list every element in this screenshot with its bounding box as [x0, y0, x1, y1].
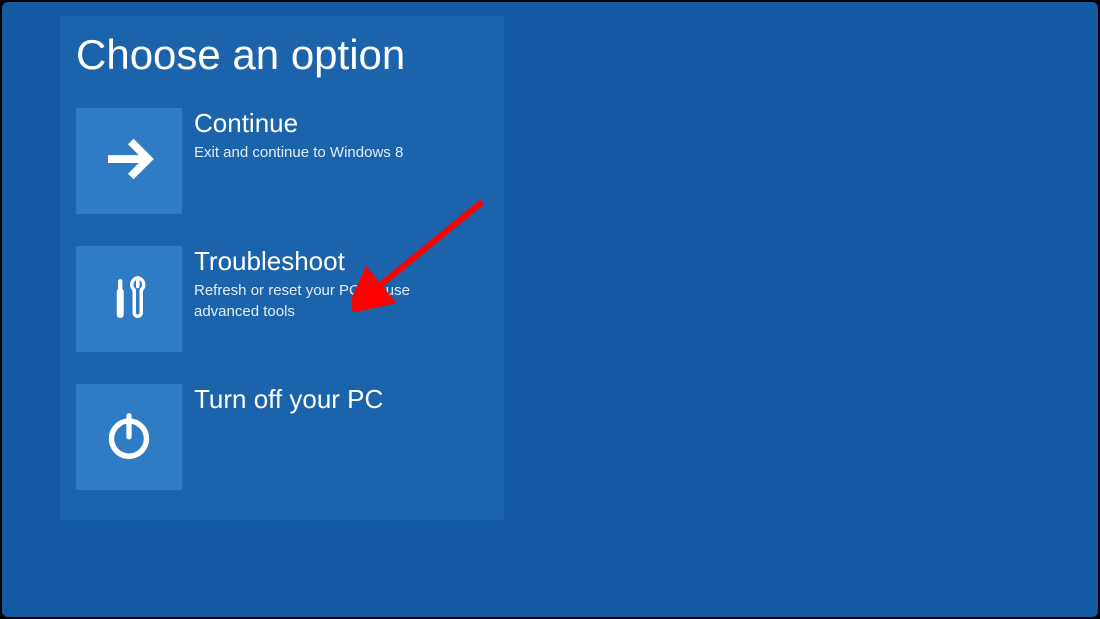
options-panel: Choose an option Continue Exit and conti… — [60, 16, 504, 520]
option-turnoff[interactable]: Turn off your PC — [76, 384, 504, 490]
arrow-right-icon — [101, 131, 157, 192]
option-continue-title: Continue — [194, 108, 504, 139]
option-troubleshoot[interactable]: Troubleshoot Refresh or reset your PC, o… — [76, 246, 504, 352]
recovery-screen: Choose an option Continue Exit and conti… — [2, 2, 1098, 617]
option-continue-desc: Exit and continue to Windows 8 — [194, 143, 454, 163]
troubleshoot-tile — [76, 246, 182, 352]
power-icon — [101, 407, 157, 468]
page-title: Choose an option — [76, 32, 504, 78]
option-turnoff-text: Turn off your PC — [194, 384, 504, 419]
option-continue-text: Continue Exit and continue to Windows 8 — [194, 108, 504, 163]
option-turnoff-title: Turn off your PC — [194, 384, 504, 415]
continue-tile — [76, 108, 182, 214]
option-troubleshoot-title: Troubleshoot — [194, 246, 504, 277]
option-continue[interactable]: Continue Exit and continue to Windows 8 — [76, 108, 504, 214]
option-troubleshoot-text: Troubleshoot Refresh or reset your PC, o… — [194, 246, 504, 322]
option-troubleshoot-desc: Refresh or reset your PC, or use advance… — [194, 281, 454, 322]
turnoff-tile — [76, 384, 182, 490]
tools-icon — [101, 269, 157, 330]
